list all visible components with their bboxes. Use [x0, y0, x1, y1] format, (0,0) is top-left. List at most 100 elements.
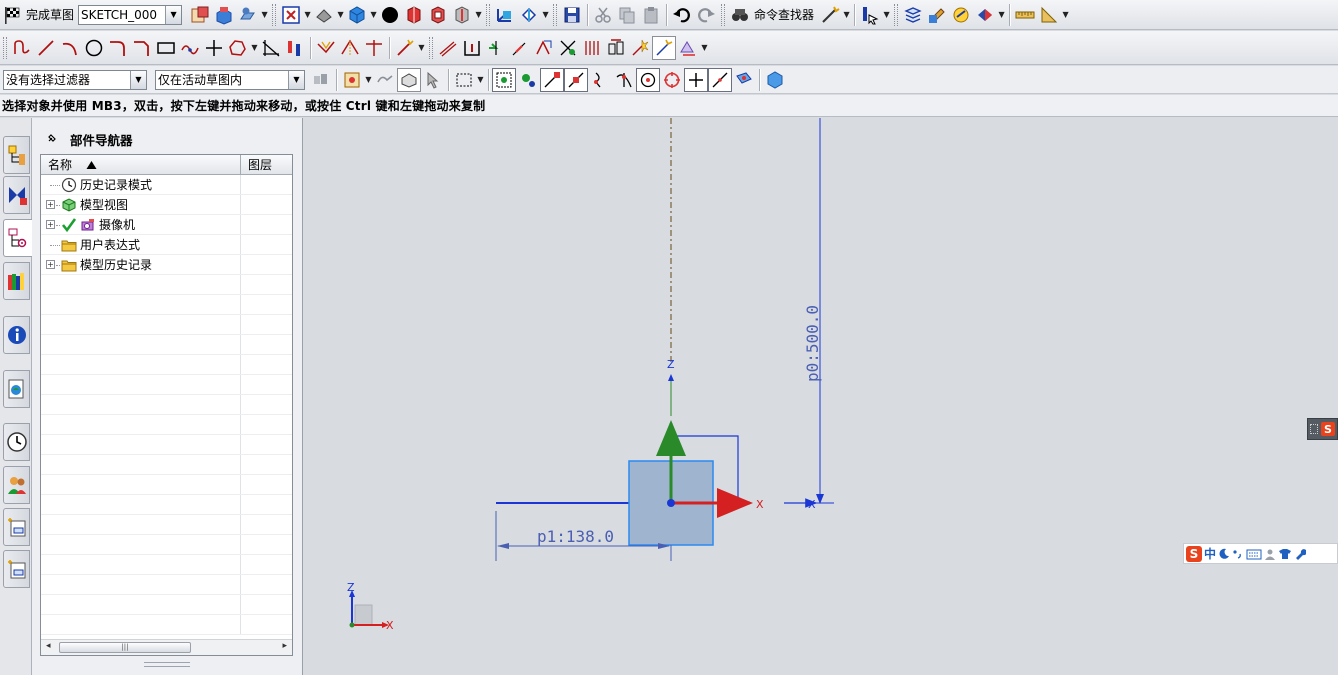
expand-toggle[interactable]: + [46, 260, 55, 269]
dropdown-arrow-icon[interactable]: ▼ [417, 43, 426, 52]
tree-item-model-views[interactable]: + 模型视图 [41, 195, 292, 215]
tree-item-user-expressions[interactable]: 用户表达式 [41, 235, 292, 255]
rectangle-select-icon[interactable] [452, 68, 476, 92]
history-tab[interactable] [3, 423, 30, 461]
sketch-orient-icon[interactable] [188, 3, 212, 27]
measure-distance-icon[interactable] [1013, 3, 1037, 27]
wcs-origin-icon[interactable] [493, 3, 517, 27]
punctuation-icon[interactable] [1232, 548, 1244, 560]
reattach-sketch-icon[interactable] [212, 3, 236, 27]
snap-endpoint-icon[interactable] [540, 67, 564, 92]
command-finder-label[interactable]: 命令查找器 [754, 6, 814, 23]
moon-icon[interactable] [1218, 548, 1230, 560]
info-arrow-icon[interactable] [858, 3, 882, 27]
point-icon[interactable] [202, 36, 226, 60]
constraint-navigator-tab[interactable] [3, 176, 30, 214]
cut-icon[interactable] [591, 3, 615, 27]
user-icon[interactable] [1264, 548, 1276, 560]
snap-intersection-icon[interactable] [612, 68, 636, 92]
snap-point-enable-icon[interactable] [492, 67, 516, 92]
snap-settings-icon[interactable] [516, 68, 540, 92]
edit-object-display-icon[interactable] [925, 3, 949, 27]
mirror-curve-icon[interactable] [338, 36, 362, 60]
dropdown-arrow-icon[interactable]: ▼ [250, 43, 259, 52]
selection-scope-select[interactable]: 仅在活动草图内 ▼ [155, 69, 305, 90]
rectangle-icon[interactable] [154, 36, 178, 60]
continuous-auto-dimension-icon[interactable] [652, 35, 676, 60]
dropdown-arrow-icon[interactable]: ▼ [476, 75, 485, 84]
snap-point-on-surface-icon[interactable] [732, 68, 756, 92]
chevron-down-icon[interactable]: ▼ [165, 5, 182, 24]
pin-icon[interactable] [46, 132, 58, 147]
snap-quadrant-icon[interactable] [660, 68, 684, 92]
horizontal-scrollbar[interactable]: ◂ ||| ▸ [41, 639, 292, 655]
scroll-right-icon[interactable]: ▸ [282, 641, 287, 651]
quick-trim-icon[interactable] [259, 36, 283, 60]
ime-status-bar[interactable]: S 中 [1183, 543, 1338, 564]
dropdown-arrow-icon[interactable]: ▼ [541, 10, 550, 19]
paste-icon[interactable] [639, 3, 663, 27]
snap-midpoint-icon[interactable] [564, 67, 588, 92]
auto-constrain-icon[interactable] [484, 36, 508, 60]
inferred-dimension-icon[interactable] [436, 36, 460, 60]
part-navigator-tab[interactable] [3, 219, 32, 257]
create-inferred-icon[interactable] [628, 36, 652, 60]
cross-section-icon[interactable] [402, 3, 426, 27]
alternate-solution-icon[interactable] [580, 36, 604, 60]
dropdown-arrow-icon[interactable]: ▼ [997, 10, 1006, 19]
offset-curve-icon[interactable] [314, 36, 338, 60]
panel-resize-grip[interactable] [144, 662, 190, 667]
chamfer-icon[interactable] [130, 36, 154, 60]
line-icon[interactable] [34, 36, 58, 60]
view-fit-icon[interactable] [279, 3, 303, 27]
select-feature-icon[interactable] [421, 68, 445, 92]
clip-section-icon[interactable] [426, 3, 450, 27]
type-filter-select[interactable]: 没有选择过滤器 ▼ [3, 69, 147, 90]
column-header-layer[interactable]: 图层 [241, 155, 292, 174]
snap-arc-center-icon[interactable] [636, 67, 660, 92]
system-materials-tab[interactable] [3, 508, 30, 546]
horizontal-dimension-text[interactable]: p1:138.0 [537, 527, 614, 546]
reuse-library-tab[interactable] [3, 262, 30, 300]
ime-mini-widget[interactable]: S [1307, 418, 1338, 440]
animate-dimension-icon[interactable] [532, 36, 556, 60]
background-icon[interactable] [378, 3, 402, 27]
part-preview-icon[interactable] [397, 67, 421, 92]
undo-icon[interactable] [670, 3, 694, 27]
origin-point[interactable] [667, 499, 675, 507]
edit-section-icon[interactable] [450, 3, 474, 27]
chevron-down-icon[interactable]: ▼ [130, 70, 146, 89]
skin-shirt-icon[interactable] [1278, 548, 1292, 560]
dropdown-arrow-icon[interactable]: ▼ [700, 43, 709, 52]
dropdown-arrow-icon[interactable]: ▼ [1061, 10, 1070, 19]
snap-bounded-grid-icon[interactable] [763, 68, 787, 92]
expand-toggle[interactable]: + [46, 200, 55, 209]
snap-control-point-icon[interactable] [588, 68, 612, 92]
chevron-down-icon[interactable]: ▼ [288, 70, 304, 89]
studio-spline-icon[interactable] [178, 36, 202, 60]
inferred-constraints-icon[interactable] [604, 36, 628, 60]
convert-reference-icon[interactable] [556, 36, 580, 60]
profile-icon[interactable] [10, 36, 34, 60]
drag-handle[interactable] [1310, 424, 1318, 434]
roles-tab[interactable] [3, 466, 30, 504]
snap-point-on-curve-icon[interactable] [708, 67, 732, 92]
column-header-name[interactable]: 名称 [41, 155, 241, 174]
dropdown-arrow-icon[interactable]: ▼ [364, 75, 373, 84]
tree-item-history-mode[interactable]: 历史记录模式 [41, 175, 292, 195]
layer-settings-icon[interactable] [901, 3, 925, 27]
sketch-name-select[interactable]: SKETCH_000 ▼ [78, 4, 183, 25]
finish-sketch-label[interactable]: 完成草图 [26, 6, 74, 23]
keyboard-icon[interactable] [1246, 548, 1262, 560]
graphics-window[interactable]: p0:500.0 X X Z p1:138.0 Z X [304, 118, 1338, 675]
dropdown-arrow-icon[interactable]: ▼ [303, 10, 312, 19]
chain-select-icon[interactable] [373, 68, 397, 92]
make-corner-icon[interactable] [283, 36, 307, 60]
snap-existing-point-icon[interactable] [684, 67, 708, 92]
ime-mode-toggle[interactable]: 中 [1204, 545, 1216, 562]
tree-item-cameras[interactable]: + 摄像机 [41, 215, 292, 235]
sketch-settings-icon[interactable] [236, 3, 260, 27]
dropdown-arrow-icon[interactable]: ▼ [336, 10, 345, 19]
circle-icon[interactable] [82, 36, 106, 60]
assembly-navigator-tab[interactable] [3, 136, 30, 174]
